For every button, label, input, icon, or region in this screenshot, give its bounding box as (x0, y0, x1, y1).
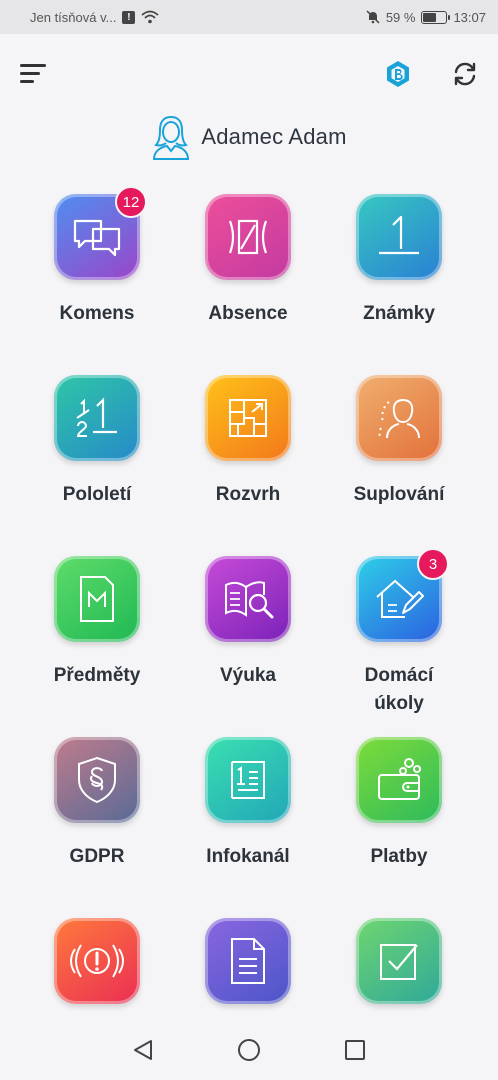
user-header[interactable]: Adamec Adam (0, 112, 498, 162)
tile-icon-bg (205, 194, 291, 280)
tile-icon-bg (205, 737, 291, 823)
back-icon[interactable] (131, 1038, 155, 1062)
tile-label: Předměty (53, 665, 141, 686)
tile-predmety[interactable]: Předměty (27, 552, 167, 712)
homework-badge: 3 (417, 548, 449, 580)
tile-label: Pololetí (62, 484, 132, 505)
refresh-icon[interactable] (451, 60, 479, 88)
shield-paragraph-icon (78, 756, 116, 804)
tile-icon-bg (356, 194, 442, 280)
wifi-icon (141, 10, 160, 24)
tile-icon-bg (356, 737, 442, 823)
tile-label: Výuka (220, 665, 276, 686)
tile-icon-bg (205, 918, 291, 1004)
tile-absence[interactable]: Absence (178, 190, 318, 350)
tile-label: GDPR (69, 846, 125, 867)
half-year-icon (76, 397, 117, 437)
carrier-text: Jen tísňová v... (30, 9, 117, 25)
timetable-icon (229, 399, 267, 437)
status-right: 59 % 13:07 (366, 10, 486, 25)
tile-pololeti[interactable]: Pololetí (27, 371, 167, 531)
tile-domaci-ukoly[interactable]: 3 Domácí úkoly (329, 548, 469, 714)
tile-label: Infokanál (206, 846, 290, 867)
alert-icon: ! (122, 10, 136, 24)
tile-label: Platby (370, 846, 428, 867)
recents-icon[interactable] (343, 1038, 367, 1062)
subjects-icon (80, 576, 114, 622)
checkbox-icon (380, 944, 418, 980)
tile-gdpr[interactable]: GDPR (27, 733, 167, 893)
avatar-icon (153, 116, 190, 160)
tile-icon-bg (54, 375, 140, 461)
tile-label: Absence (208, 303, 288, 324)
system-nav-bar (0, 1020, 498, 1080)
tile-icon-bg (54, 918, 140, 1004)
tile-icon-bg (205, 375, 291, 461)
lesson-search-icon (225, 581, 274, 619)
absence-icon (228, 219, 268, 255)
document-icon (231, 938, 265, 984)
tile-label: Komens (59, 303, 135, 324)
tile-label: Rozvrh (215, 484, 281, 505)
bakalari-logo-icon[interactable] (384, 60, 412, 88)
tile-label: Známky (363, 303, 435, 324)
tile-label: Domácí úkoly (329, 662, 469, 718)
battery-fill (423, 12, 437, 22)
bell-muted-icon (366, 10, 380, 24)
battery-icon (421, 10, 451, 24)
tile-komens[interactable]: 12 Komens (27, 186, 167, 350)
status-bar: Jen tísňová v... ! 59 % 13:07 (0, 0, 498, 34)
infochannel-icon (231, 761, 265, 799)
tile-icon-bg (356, 375, 442, 461)
wallet-icon (378, 758, 421, 800)
chat-bubbles-icon (73, 219, 121, 257)
tile-icon-bg (205, 556, 291, 642)
tile-icon-bg (54, 737, 140, 823)
menu-icon[interactable] (20, 62, 48, 84)
tile-suplovani[interactable]: Suplování (329, 371, 469, 531)
app-bar (0, 34, 498, 114)
tile-label-line1: Domácí (364, 665, 434, 686)
alert-icon (70, 944, 124, 978)
battery-percent: 59 % (385, 9, 416, 25)
unread-badge: 12 (115, 186, 147, 218)
tile-icon-bg (54, 556, 140, 642)
tile-icon-bg (356, 918, 442, 1004)
user-name: Adamec Adam (201, 124, 347, 149)
grade-one-icon (379, 215, 419, 255)
status-left: Jen tísňová v... ! (30, 9, 160, 25)
tile-label-line2: úkoly (374, 693, 424, 714)
tile-rozvrh[interactable]: Rozvrh (178, 371, 318, 531)
tile-label: Suplování (353, 484, 445, 505)
tile-znamky[interactable]: Známky (329, 190, 469, 350)
tile-vyuka[interactable]: Výuka (178, 552, 318, 712)
tile-platby[interactable]: Platby (329, 733, 469, 893)
home-icon[interactable] (237, 1038, 261, 1062)
substitution-icon (378, 398, 420, 439)
clock: 13:07 (453, 9, 486, 25)
tile-infokanal[interactable]: Infokanál (178, 733, 318, 893)
homework-icon (376, 579, 424, 618)
